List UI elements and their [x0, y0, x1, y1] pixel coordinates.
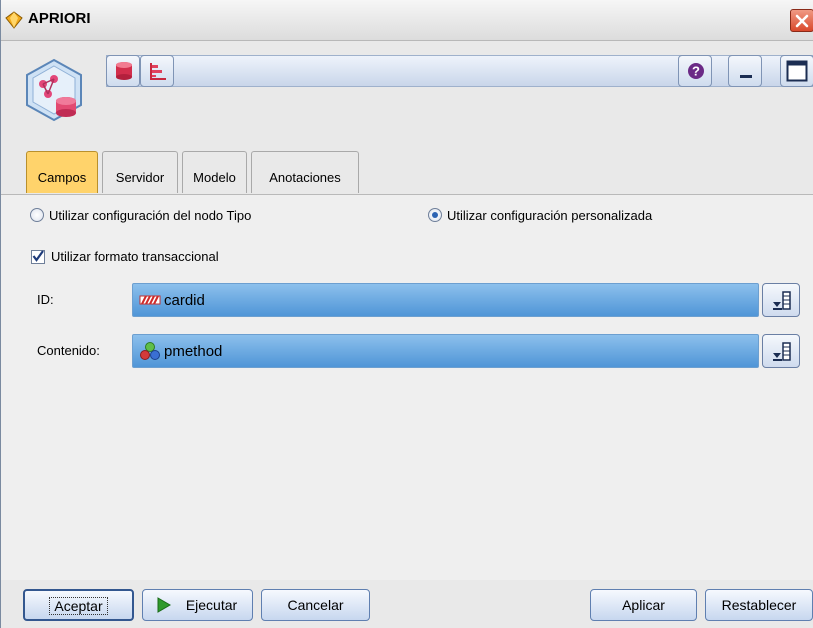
id-field-value: cardid [164, 292, 205, 309]
reset-button[interactable]: Restablecer [705, 589, 813, 621]
help-icon: ? [688, 63, 704, 79]
close-icon [795, 14, 809, 28]
id-field-select[interactable]: cardid [132, 283, 759, 317]
radio-button-selected[interactable] [428, 208, 442, 222]
tab-label: Modelo [193, 170, 236, 185]
field-picker-icon [773, 342, 791, 361]
radio-custom[interactable]: Utilizar configuración personalizada [428, 206, 652, 224]
tab-servidor[interactable]: Servidor [102, 151, 178, 193]
radio-type-node[interactable]: Utilizar configuración del nodo Tipo [30, 206, 251, 224]
id-label: ID: [37, 292, 54, 307]
tab-label: Campos [37, 170, 87, 185]
toolbar-area: ? [1, 41, 813, 151]
tab-label: Servidor [115, 170, 165, 185]
minimize-icon [740, 75, 752, 78]
maximize-icon [786, 60, 808, 82]
diamond-node-icon [5, 11, 23, 29]
run-button[interactable]: Ejecutar [142, 589, 253, 621]
fields-panel: Utilizar configuración del nodo Tipo Uti… [1, 194, 813, 581]
accept-button[interactable]: Aceptar [23, 589, 134, 621]
reset-label: Restablecer [721, 597, 797, 613]
id-field-picker-button[interactable] [762, 283, 800, 317]
typeless-field-icon [139, 295, 161, 305]
tab-modelo[interactable]: Modelo [182, 151, 247, 193]
database-icon [116, 62, 132, 80]
database-button[interactable] [106, 55, 140, 87]
radio-custom-label: Utilizar configuración personalizada [447, 207, 653, 223]
content-field-select[interactable]: pmethod [132, 334, 759, 368]
minimize-button[interactable] [728, 55, 762, 87]
button-bar: Aceptar Ejecutar Cancelar Aplicar Restab… [1, 580, 813, 628]
set-field-icon [140, 342, 160, 360]
accept-label: Aceptar [49, 597, 108, 615]
chart-button[interactable] [140, 55, 174, 87]
radio-button[interactable] [30, 208, 44, 222]
chart-icon [150, 63, 166, 80]
content-field-picker-button[interactable] [762, 334, 800, 368]
tab-label: Anotaciones [269, 170, 341, 185]
radio-type-node-label: Utilizar configuración del nodo Tipo [49, 207, 252, 223]
transactional-checkbox-row[interactable]: Utilizar formato transaccional [31, 249, 219, 264]
apply-label: Aplicar [622, 597, 665, 613]
tab-anotaciones[interactable]: Anotaciones [251, 151, 359, 193]
apriori-node-icon [26, 58, 82, 122]
transactional-checkbox[interactable] [31, 249, 45, 264]
field-picker-icon [773, 291, 791, 310]
toolbar: ? [106, 55, 813, 87]
svg-text:?: ? [692, 64, 700, 79]
window-title: APRIORI [28, 10, 91, 27]
apply-button[interactable]: Aplicar [590, 589, 697, 621]
cancel-button[interactable]: Cancelar [261, 589, 370, 621]
tab-campos[interactable]: Campos [26, 151, 98, 193]
content-field-value: pmethod [164, 343, 223, 360]
apriori-dialog: APRIORI ? Campos Servidor Modelo Anotaci… [0, 0, 813, 628]
cancel-label: Cancelar [287, 597, 344, 613]
title-bar[interactable]: APRIORI [1, 0, 813, 41]
maximize-button[interactable] [780, 55, 813, 87]
content-label: Contenido: [37, 343, 100, 358]
help-button[interactable]: ? [678, 55, 712, 87]
play-icon [157, 597, 171, 613]
transactional-checkbox-label: Utilizar formato transaccional [51, 249, 219, 264]
checkmark-icon [32, 249, 44, 262]
close-button[interactable] [790, 9, 813, 32]
